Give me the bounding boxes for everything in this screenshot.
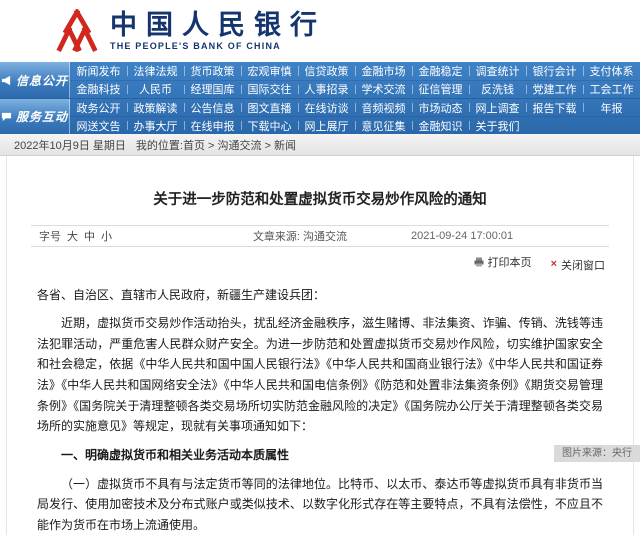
print-page-button[interactable]: 打印本页 <box>474 254 532 270</box>
close-label: 关闭窗口 <box>561 257 605 273</box>
font-size-medium-button[interactable]: 中 <box>84 228 95 244</box>
nav-section-service-interaction[interactable]: 服务互动 <box>0 99 70 134</box>
article-body: 各省、自治区、直辖市人民政府，新疆生产建设兵团： 近期，虚拟货币交易炒作活动抬头… <box>37 285 603 535</box>
nav-row: 政务公开 政策解读 公告信息 图文直播 在线访谈 音频视频 市场动态 网上调查 … <box>70 99 640 116</box>
print-label: 打印本页 <box>488 254 532 270</box>
article-section-heading: 一、明确虚拟货币和相关业务活动本质属性 <box>37 445 603 466</box>
nav-item[interactable]: 征信管理 <box>412 81 469 99</box>
nav-section-information-disclosure[interactable]: 信息公开 <box>0 62 70 98</box>
nav-item[interactable]: 市场动态 <box>412 99 469 116</box>
article-title: 关于进一步防范和处置虚拟货币交易炒作风险的通知 <box>7 156 633 225</box>
brand-text: 中国人民银行 THE PEOPLE'S BANK OF CHINA <box>110 11 326 52</box>
close-window-button[interactable]: × 关闭窗口 <box>551 257 605 273</box>
nav-item[interactable]: 支付体系 <box>583 62 640 80</box>
nav-item[interactable]: 金融科技 <box>70 81 127 99</box>
nav-item[interactable]: 国际交往 <box>241 81 298 99</box>
nav-row: 新闻发布 法律法规 货币政策 宏观审慎 信贷政策 金融市场 金融稳定 调查统计 … <box>70 62 640 80</box>
nav-item[interactable]: 公告信息 <box>184 99 241 116</box>
pboc-emblem-icon <box>56 9 98 53</box>
nav-section-label: 服务互动 <box>16 108 68 125</box>
current-date: 2022年10月9日 星期日 <box>14 137 126 153</box>
nav-item[interactable]: 法律法规 <box>127 62 184 80</box>
bank-name-cn: 中国人民银行 <box>110 11 326 41</box>
article-paragraph: 近期，虚拟货币交易炒作活动抬头，扰乱经济金融秩序，滋生赌博、非法集资、诈骗、传销… <box>37 313 603 437</box>
nav-item[interactable]: 人民币 <box>127 81 184 99</box>
font-size-label: 字号 <box>39 228 61 244</box>
image-source-badge: 图片来源：央行 <box>554 445 640 462</box>
nav-item[interactable]: 在线访谈 <box>298 99 355 116</box>
close-icon: × <box>551 259 557 270</box>
nav-item[interactable]: 信贷政策 <box>298 62 355 80</box>
nav-item[interactable]: 政务公开 <box>70 99 127 116</box>
nav-item[interactable]: 学术交流 <box>355 81 412 99</box>
nav-band-information: 信息公开 新闻发布 法律法规 货币政策 宏观审慎 信贷政策 金融市场 金融稳定 … <box>0 62 640 98</box>
site-header: 中国人民银行 THE PEOPLE'S BANK OF CHINA <box>0 0 640 62</box>
nav-item[interactable]: 新闻发布 <box>70 62 127 80</box>
article-paragraph: （一）虚拟货币不具有与法定货币等同的法律地位。比特币、以太币、泰达币等虚拟货币具… <box>37 474 603 535</box>
breadcrumb-path[interactable]: 我的位置:首页 > 沟通交流 > 新闻 <box>136 137 296 153</box>
nav-item[interactable]: 音频视频 <box>355 99 412 116</box>
nav-item[interactable]: 调查统计 <box>469 62 526 80</box>
pboc-page: 中国人民银行 THE PEOPLE'S BANK OF CHINA 信息公开 新… <box>0 0 640 535</box>
nav-item[interactable]: 办事大厅 <box>127 117 184 134</box>
pboc-home-link[interactable]: 中国人民银行 THE PEOPLE'S BANK OF CHINA <box>56 9 326 53</box>
nav-item[interactable]: 图文直播 <box>241 99 298 116</box>
nav-item[interactable]: 货币政策 <box>184 62 241 80</box>
nav-item[interactable]: 经理国库 <box>184 81 241 99</box>
printer-icon <box>474 257 484 267</box>
nav-item[interactable]: 工会工作 <box>583 81 640 99</box>
font-size-small-button[interactable]: 小 <box>101 228 112 244</box>
nav-rows-information: 新闻发布 法律法规 货币政策 宏观审慎 信贷政策 金融市场 金融稳定 调查统计 … <box>70 62 640 98</box>
nav-item[interactable]: 网上展厅 <box>298 117 355 134</box>
article-meta-bar: 字号 大 中 小 文章来源: 沟通交流 2021-09-24 17:00:01 <box>31 225 609 247</box>
font-size-large-button[interactable]: 大 <box>67 228 78 244</box>
article-tools: 打印本页 × 关闭窗口 <box>35 254 605 273</box>
nav-item[interactable]: 党建工作 <box>526 81 583 99</box>
font-size-controls: 字号 大 中 小 <box>39 228 189 244</box>
nav-item[interactable]: 金融稳定 <box>412 62 469 80</box>
nav-item[interactable]: 下载中心 <box>241 117 298 134</box>
breadcrumb: 2022年10月9日 星期日 我的位置:首页 > 沟通交流 > 新闻 <box>0 134 640 156</box>
article-source: 文章来源: 沟通交流 <box>189 228 411 244</box>
nav-section-label: 信息公开 <box>16 72 68 89</box>
nav-item[interactable]: 金融市场 <box>355 62 412 80</box>
nav-item[interactable]: 在线申报 <box>184 117 241 134</box>
nav-row: 金融科技 人民币 经理国库 国际交往 人事招录 学术交流 征信管理 反洗钱 党建… <box>70 80 640 99</box>
nav-item[interactable]: 报告下载 <box>526 99 583 116</box>
main-nav: 信息公开 新闻发布 法律法规 货币政策 宏观审慎 信贷政策 金融市场 金融稳定 … <box>0 62 640 134</box>
megaphone-icon <box>1 75 12 86</box>
chat-icon <box>1 111 12 122</box>
article-salutation: 各省、自治区、直辖市人民政府，新疆生产建设兵团： <box>37 285 603 306</box>
nav-row: 网送文告 办事大厅 在线申报 下载中心 网上展厅 意见征集 金融知识 关于我们 <box>70 116 640 134</box>
nav-item[interactable]: 意见征集 <box>355 117 412 134</box>
bank-name-en: THE PEOPLE'S BANK OF CHINA <box>110 41 326 51</box>
nav-item[interactable]: 金融知识 <box>412 117 469 134</box>
nav-item[interactable]: 政策解读 <box>127 99 184 116</box>
nav-item[interactable]: 反洗钱 <box>469 81 526 99</box>
article-datetime: 2021-09-24 17:00:01 <box>411 230 601 242</box>
nav-rows-services: 政务公开 政策解读 公告信息 图文直播 在线访谈 音频视频 市场动态 网上调查 … <box>70 99 640 134</box>
nav-item[interactable]: 宏观审慎 <box>241 62 298 80</box>
nav-band-services: 服务互动 政务公开 政策解读 公告信息 图文直播 在线访谈 音频视频 市场动态 … <box>0 98 640 134</box>
nav-item[interactable]: 人事招录 <box>298 81 355 99</box>
nav-item[interactable]: 网送文告 <box>70 117 127 134</box>
nav-item[interactable]: 银行会计 <box>526 62 583 80</box>
nav-item[interactable]: 关于我们 <box>469 117 526 134</box>
article-panel: 关于进一步防范和处置虚拟货币交易炒作风险的通知 字号 大 中 小 文章来源: 沟… <box>6 156 634 535</box>
nav-item[interactable]: 年报 <box>583 99 640 116</box>
nav-item[interactable]: 网上调查 <box>469 99 526 116</box>
